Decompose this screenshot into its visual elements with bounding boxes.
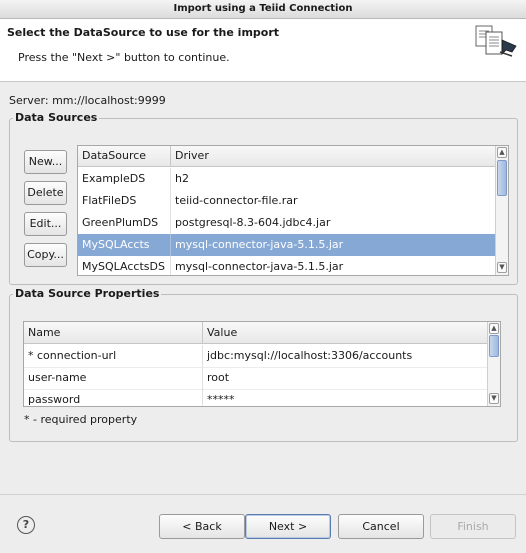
window-title: Import using a Teiid Connection xyxy=(0,0,526,19)
table-row-selected[interactable]: MySQLAccts mysql-connector-java-5.1.5.ja… xyxy=(78,234,495,256)
table-row[interactable]: ExampleDS h2 xyxy=(78,168,495,190)
new-button[interactable]: New... xyxy=(24,150,67,174)
properties-table-header: Name Value xyxy=(24,322,487,344)
datasource-cell: ExampleDS xyxy=(78,168,171,190)
data-sources-legend: Data Sources xyxy=(13,111,100,124)
scroll-thumb[interactable] xyxy=(489,335,499,357)
footer-separator xyxy=(0,494,526,495)
column-header-datasource[interactable]: DataSource xyxy=(78,146,171,166)
table-row[interactable]: MySQLAcctsDS mysql-connector-java-5.1.5.… xyxy=(78,256,495,275)
help-icon[interactable]: ? xyxy=(17,516,35,534)
edit-button[interactable]: Edit... xyxy=(24,212,67,236)
scroll-down-arrow[interactable]: ▼ xyxy=(489,393,499,404)
required-property-note: * - required property xyxy=(24,413,138,426)
table-header: DataSource Driver xyxy=(78,146,495,167)
property-name-cell: user-name xyxy=(24,367,203,389)
property-value-cell[interactable]: jdbc:mysql://localhost:3306/accounts xyxy=(203,345,487,367)
driver-cell: teiid-connector-file.rar xyxy=(175,194,298,207)
properties-table[interactable]: Name Value * connection-url jdbc:mysql:/… xyxy=(23,321,501,407)
properties-scrollbar[interactable]: ▲ ▼ xyxy=(487,322,500,406)
cancel-button[interactable]: Cancel xyxy=(338,514,424,539)
property-value-cell[interactable]: root xyxy=(203,367,487,389)
driver-cell: mysql-connector-java-5.1.5.jar xyxy=(175,260,344,273)
server-label: Server: mm://localhost:9999 xyxy=(9,94,166,107)
scroll-up-arrow[interactable]: ▲ xyxy=(489,323,499,334)
property-row[interactable]: password ***** xyxy=(24,389,487,406)
properties-legend: Data Source Properties xyxy=(13,287,162,300)
data-sources-scrollbar[interactable]: ▲ ▼ xyxy=(495,146,508,275)
finish-button: Finish xyxy=(430,514,516,539)
property-value-cell[interactable]: ***** xyxy=(203,389,487,406)
scroll-down-arrow[interactable]: ▼ xyxy=(497,262,507,273)
property-row[interactable]: * connection-url jdbc:mysql://localhost:… xyxy=(24,345,487,368)
scroll-thumb[interactable] xyxy=(497,160,507,196)
datasource-cell: MySQLAccts xyxy=(78,234,171,256)
column-header-name[interactable]: Name xyxy=(24,322,203,343)
property-row[interactable]: user-name root xyxy=(24,367,487,390)
scroll-up-arrow[interactable]: ▲ xyxy=(497,147,507,158)
column-header-driver[interactable]: Driver xyxy=(171,146,495,166)
import-wizard-icon xyxy=(475,25,517,57)
next-button[interactable]: Next > xyxy=(245,514,331,539)
driver-cell: mysql-connector-java-5.1.5.jar xyxy=(175,238,344,251)
datasource-cell: GreenPlumDS xyxy=(78,212,171,234)
datasource-cell: MySQLAcctsDS xyxy=(78,256,171,275)
header-title: Select the DataSource to use for the imp… xyxy=(7,26,280,39)
table-row[interactable]: FlatFileDS teiid-connector-file.rar xyxy=(78,190,495,212)
table-row[interactable]: GreenPlumDS postgresql-8.3-604.jdbc4.jar xyxy=(78,212,495,234)
property-name-cell: * connection-url xyxy=(24,345,203,367)
data-sources-table[interactable]: DataSource Driver ExampleDS h2 FlatFileD… xyxy=(77,145,509,276)
column-header-value[interactable]: Value xyxy=(203,322,487,343)
property-name-cell: password xyxy=(24,389,203,406)
driver-cell: h2 xyxy=(175,172,189,185)
wizard-header: Select the DataSource to use for the imp… xyxy=(0,19,526,82)
back-button[interactable]: < Back xyxy=(159,514,245,539)
datasource-cell: FlatFileDS xyxy=(78,190,171,212)
copy-button[interactable]: Copy... xyxy=(24,243,67,267)
driver-cell: postgresql-8.3-604.jdbc4.jar xyxy=(175,216,331,229)
header-description: Press the "Next >" button to continue. xyxy=(18,51,230,64)
delete-button[interactable]: Delete xyxy=(24,181,67,205)
